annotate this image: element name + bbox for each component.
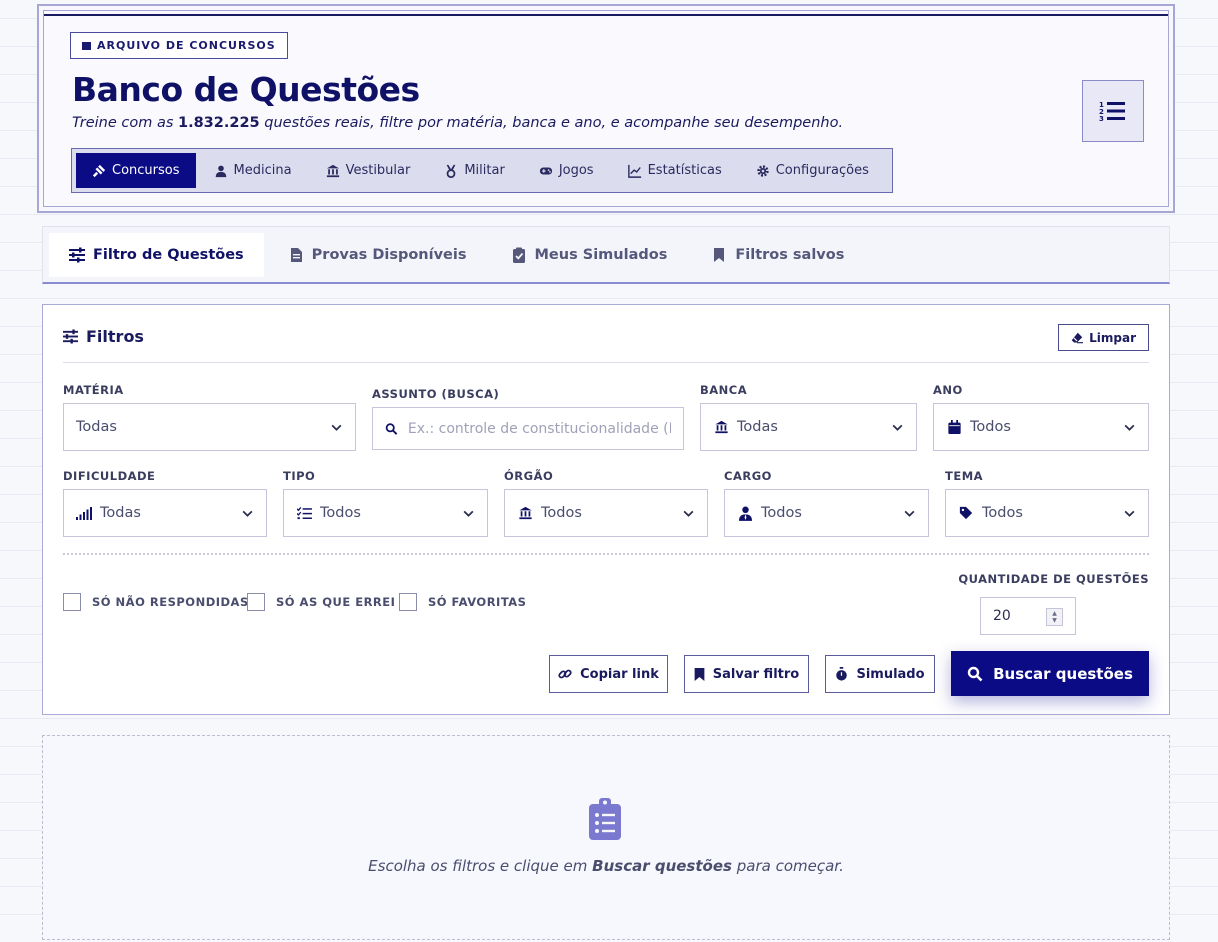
chart-line-icon	[627, 164, 641, 178]
copy-link-button[interactable]: Copiar link	[549, 655, 668, 693]
clipboard-check-icon	[512, 247, 525, 263]
chevron-down-icon	[892, 424, 903, 431]
clear-filters-button[interactable]: Limpar	[1058, 324, 1149, 351]
file-icon	[290, 247, 302, 262]
search-icon	[967, 666, 983, 681]
hero-inner: ARQUIVO DE CONCURSOS Banco de Questões T…	[43, 10, 1169, 207]
nav-item-estatisticas[interactable]: Estatísticas	[612, 153, 738, 188]
header-divider	[63, 362, 1149, 363]
eraser-icon	[1071, 332, 1084, 343]
tab-meus-simulados[interactable]: Meus Simulados	[491, 233, 688, 277]
only-favorites-checkbox[interactable]: SÓ FAVORITAS	[399, 593, 526, 611]
search-icon	[385, 422, 398, 435]
ano-label: ANO	[933, 383, 963, 397]
doctor-icon	[215, 165, 226, 177]
nav-item-medicina[interactable]: Medicina	[198, 153, 308, 188]
bookmark-icon	[694, 667, 705, 681]
main-tabs: Filtro de Questões Provas Disponíveis Me…	[42, 226, 1170, 284]
calendar-icon	[946, 419, 962, 435]
empty-state: Escolha os filtros e clique em Buscar qu…	[42, 735, 1170, 940]
only-unanswered-checkbox[interactable]: SÓ NÃO RESPONDIDAS	[63, 593, 249, 611]
category-nav: Concursos Medicina Vestibular Militar Jo…	[71, 148, 893, 193]
tema-select[interactable]: Todos	[945, 489, 1149, 537]
tag-icon	[958, 505, 974, 521]
filters-card: Filtros Limpar MATÉRIA Todas ASSUNTO (BU…	[42, 304, 1170, 715]
chevron-down-icon	[463, 510, 474, 517]
only-wrong-checkbox[interactable]: SÓ AS QUE ERREI	[247, 593, 395, 611]
building-columns-icon	[517, 505, 533, 521]
sliders-icon	[69, 247, 85, 262]
dificuldade-select[interactable]: Todas	[63, 489, 267, 537]
chevron-down-icon	[683, 510, 694, 517]
simulado-button[interactable]: Simulado	[825, 655, 935, 693]
chevron-down-icon	[904, 510, 915, 517]
gear-icon	[757, 164, 769, 177]
quantity-stepper[interactable]: 20 ▲ ▼	[980, 597, 1076, 635]
chevron-down-icon	[242, 510, 253, 517]
filters-heading: Filtros	[63, 327, 144, 346]
chevron-down-icon	[1124, 424, 1135, 431]
question-count: 1.832.225	[178, 115, 260, 131]
page-title: Banco de Questões	[72, 70, 420, 109]
svg-text:3: 3	[1099, 115, 1104, 123]
tema-label: TEMA	[945, 469, 984, 483]
gavel-icon	[92, 164, 106, 177]
medal-icon	[446, 164, 456, 178]
numbered-list-icon: 1 2 3	[1082, 80, 1144, 142]
assunto-search-input[interactable]	[407, 420, 671, 437]
orgao-select[interactable]: Todos	[504, 489, 708, 537]
nav-item-configuracoes[interactable]: Configurações	[740, 153, 885, 188]
user-tie-icon	[737, 505, 753, 521]
tab-filtro-questoes[interactable]: Filtro de Questões	[49, 232, 264, 277]
bookmark-icon	[714, 247, 725, 262]
assunto-label: ASSUNTO (BUSCA)	[372, 387, 500, 401]
sliders-icon	[63, 329, 78, 344]
cargo-label: CARGO	[724, 469, 772, 483]
list-check-icon	[296, 505, 312, 521]
gamepad-icon	[539, 167, 552, 174]
save-filter-button[interactable]: Salvar filtro	[684, 655, 809, 693]
tipo-label: TIPO	[283, 469, 316, 483]
search-questions-button[interactable]: Buscar questões	[951, 651, 1149, 696]
building-columns-icon	[326, 164, 339, 177]
cargo-select[interactable]: Todos	[724, 489, 929, 537]
chevron-down-icon	[1124, 510, 1135, 517]
checkbox-box[interactable]	[247, 593, 265, 611]
tipo-select[interactable]: Todos	[283, 489, 488, 537]
clipboard-list-icon	[588, 798, 622, 844]
stopwatch-icon	[836, 667, 848, 681]
page-subtitle: Treine com as 1.832.225 questões reais, …	[72, 115, 844, 131]
quantity-label: QUANTIDADE DE QUESTÕES	[958, 572, 1149, 586]
banca-select[interactable]: Todas	[700, 403, 917, 451]
dificuldade-label: DIFICULDADE	[63, 469, 156, 483]
nav-item-jogos[interactable]: Jogos	[523, 153, 610, 188]
building-columns-icon	[713, 419, 729, 435]
link-icon	[558, 669, 572, 679]
nav-item-concursos[interactable]: Concursos	[76, 153, 196, 188]
hero-card: ARQUIVO DE CONCURSOS Banco de Questões T…	[37, 4, 1175, 213]
archive-icon	[82, 41, 91, 50]
assunto-search-field[interactable]	[372, 407, 684, 450]
tab-provas-disponiveis[interactable]: Provas Disponíveis	[268, 233, 487, 277]
materia-select[interactable]: Todas	[63, 403, 356, 451]
empty-state-message: Escolha os filtros e clique em Buscar qu…	[368, 857, 844, 875]
orgao-label: ÓRGÃO	[504, 469, 554, 483]
banca-label: BANCA	[700, 383, 748, 397]
checkbox-box[interactable]	[63, 593, 81, 611]
nav-item-vestibular[interactable]: Vestibular	[310, 153, 427, 188]
nav-item-militar[interactable]: Militar	[428, 153, 520, 188]
section-divider	[63, 553, 1149, 555]
stepper-arrows[interactable]: ▲ ▼	[1046, 608, 1063, 626]
kicker-badge: ARQUIVO DE CONCURSOS	[70, 32, 288, 59]
checkbox-box[interactable]	[399, 593, 417, 611]
tab-filtros-salvos[interactable]: Filtros salvos	[691, 233, 864, 277]
signal-bars-icon	[76, 505, 92, 521]
ano-select[interactable]: Todos	[933, 403, 1149, 451]
chevron-down-icon	[331, 424, 342, 431]
kicker-label: ARQUIVO DE CONCURSOS	[97, 39, 276, 52]
materia-label: MATÉRIA	[63, 383, 124, 397]
